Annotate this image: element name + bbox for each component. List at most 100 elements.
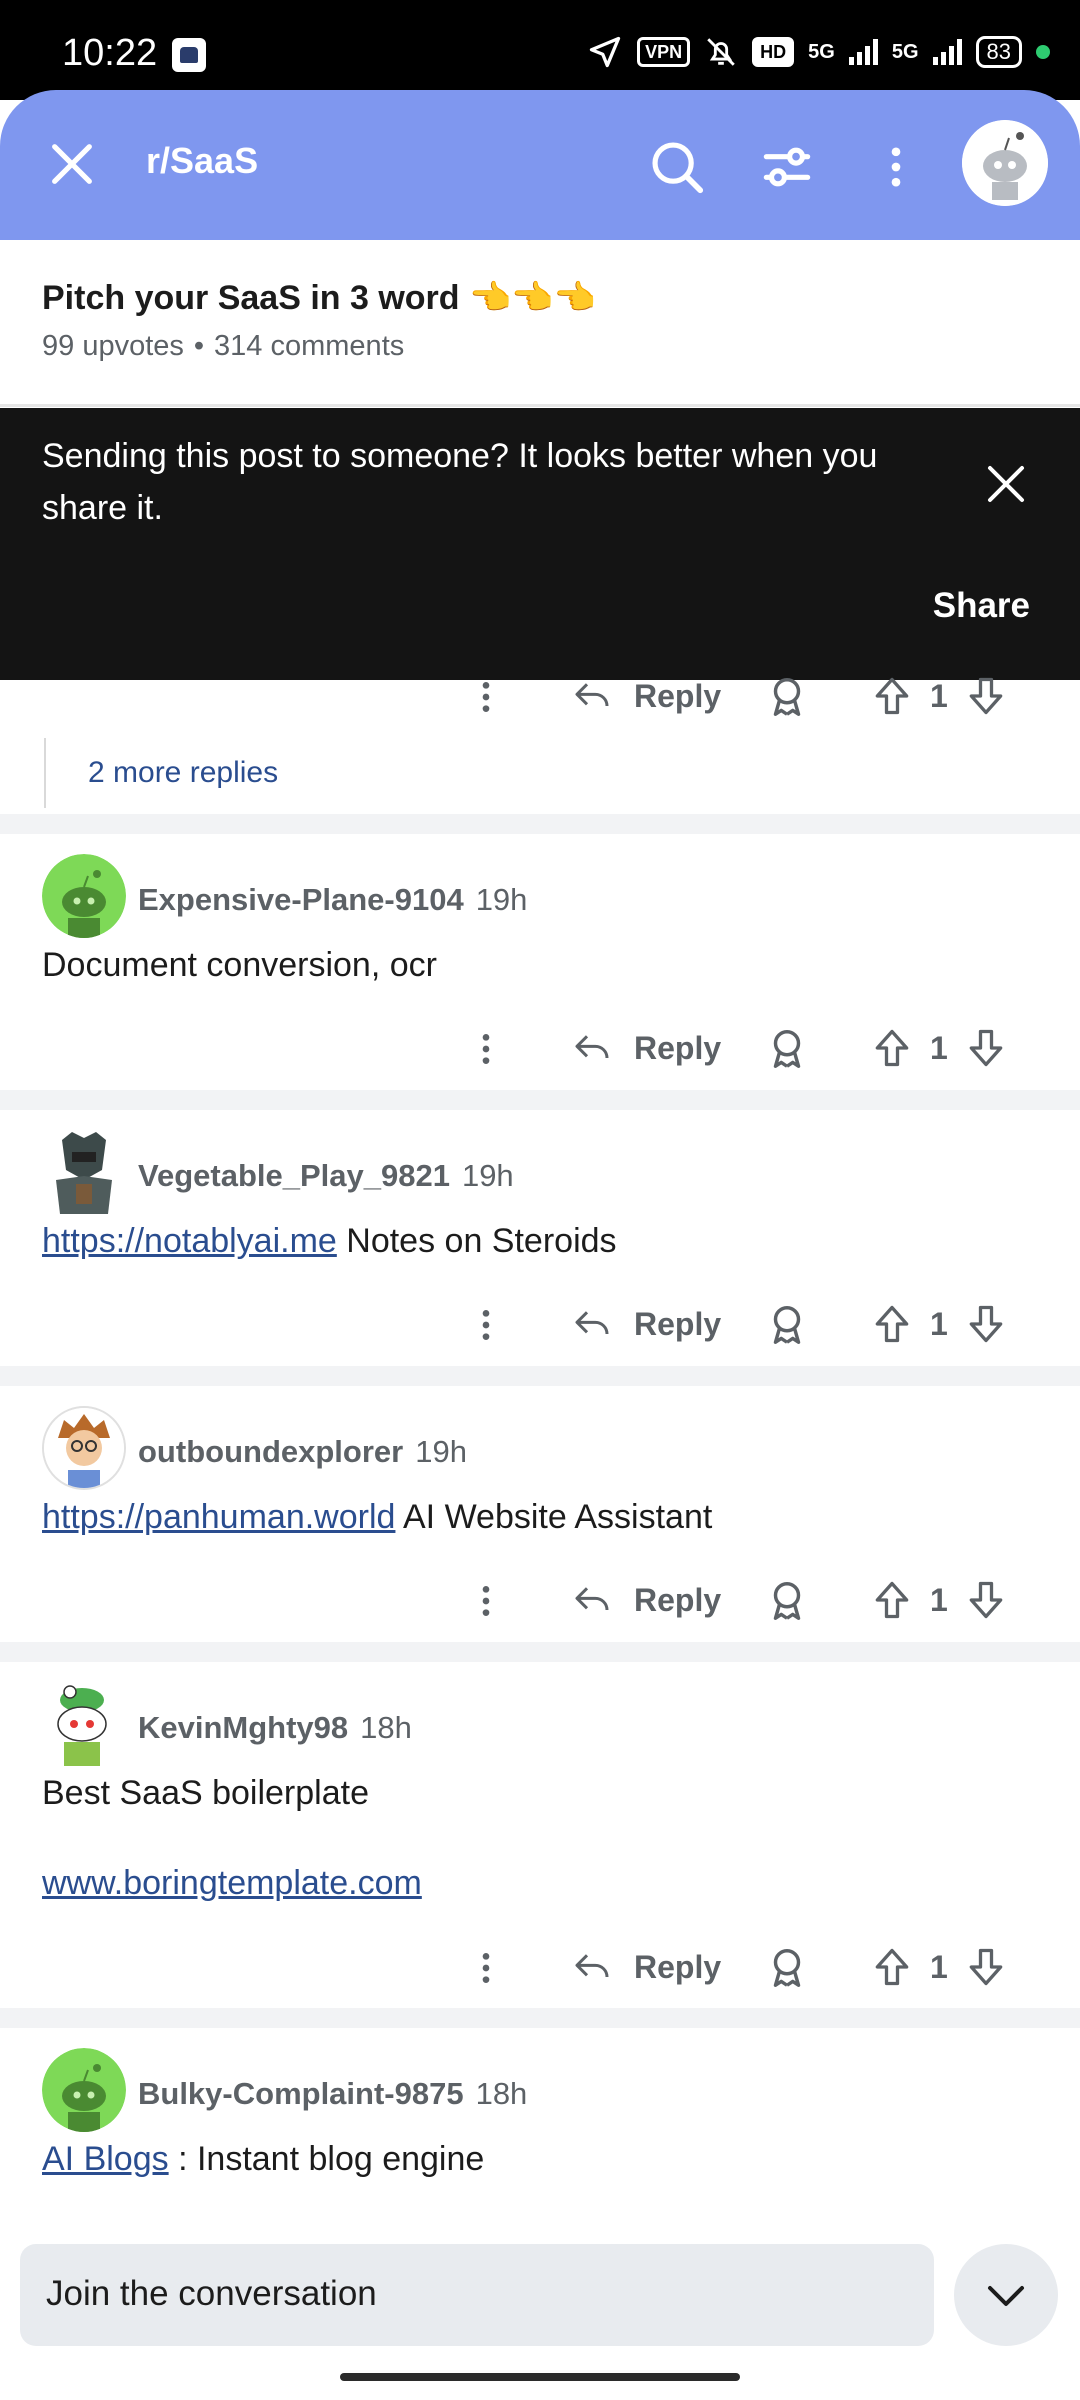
snoo-avatar-icon [42,2048,126,2132]
comment-actions: Reply 1 [0,668,1080,728]
downvote-icon[interactable] [964,672,1008,720]
comment-body-link-line: www.boringtemplate.com [42,1864,422,1903]
reply-icon[interactable] [570,1580,614,1620]
bell-off-icon [707,38,735,66]
reply-button[interactable]: Reply [634,1582,721,1619]
close-icon[interactable] [982,460,1030,508]
upvote-icon[interactable] [870,1576,914,1624]
overflow-menu-icon[interactable] [870,136,922,198]
upvote-icon[interactable] [870,1300,914,1348]
downvote-icon[interactable] [964,1300,1008,1348]
post-meta: 99 upvotes • 314 comments [42,330,404,363]
battery-icon: 83 [975,36,1022,68]
comment-actions: Reply 1 [0,1296,1080,1356]
comment-link[interactable]: AI Blogs [42,2140,169,2178]
network-type-1: 5G [808,40,835,63]
comment-actions: Reply 1 [0,1020,1080,1080]
share-button[interactable]: Share [933,586,1030,626]
reply-icon[interactable] [570,676,614,716]
more-options-icon[interactable] [466,1026,506,1072]
comment-time: 19h [415,1434,467,1469]
comment-count: 314 comments [214,330,405,362]
close-icon[interactable] [46,138,98,190]
divider [0,404,1080,407]
home-indicator[interactable] [340,2373,740,2381]
status-time: 10:22 [62,32,158,74]
reply-button[interactable]: Reply [634,1949,721,1986]
chevron-down-icon [988,2286,1024,2306]
upvote-icon[interactable] [870,672,914,720]
comment-body: Best SaaS boilerplate [42,1774,369,1812]
comment-separator [0,1642,1080,1662]
bottom-composer: Join the conversation [0,2222,1080,2400]
join-conversation-input[interactable]: Join the conversation [20,2244,934,2346]
comment-author[interactable]: Vegetable_Play_9821 19h [138,1158,514,1194]
thread-line [44,738,46,808]
share-suggestion-banner: Sending this post to someone? It looks b… [0,408,1080,680]
subreddit-header: r/SaaS [0,90,1080,240]
username[interactable]: KevinMghty98 [138,1710,348,1745]
comment-text: : Instant blog engine [168,2140,485,2178]
upvote-count: 99 upvotes [42,330,184,362]
sort-filter-icon[interactable] [756,136,818,198]
comment-actions: Reply 1 [0,1939,1080,1999]
avatar[interactable] [42,2048,126,2132]
downvote-icon[interactable] [964,1024,1008,1072]
avatar[interactable] [42,1406,126,1490]
cartoon-explorer-avatar-icon [44,1408,124,1488]
vote-count: 1 [930,1582,948,1618]
collapse-button[interactable] [954,2244,1058,2346]
more-options-icon[interactable] [466,1945,506,1991]
username[interactable]: Bulky-Complaint-9875 [138,2076,464,2111]
comment-author[interactable]: outboundexplorer 19h [138,1434,467,1470]
app-notification-icon [172,38,206,72]
downvote-icon[interactable] [964,1576,1008,1624]
award-icon[interactable] [764,1300,810,1350]
post-title[interactable]: Pitch your SaaS in 3 word 👈👈👈 [42,278,596,318]
privacy-dot-icon [1036,45,1050,59]
more-options-icon[interactable] [466,1302,506,1348]
award-icon[interactable] [764,672,810,722]
avatar[interactable] [42,854,126,938]
comment-body: https://panhuman.world AI Website Assist… [42,1498,712,1537]
subreddit-title[interactable]: r/SaaS [146,140,258,182]
status-icons: VPN HD 5G 5G 83 [587,34,1050,70]
comment-actions: Reply 1 [0,1572,1080,1632]
comment-separator [0,1090,1080,1110]
comment-author[interactable]: Expensive-Plane-9104 19h [138,882,527,918]
more-options-icon[interactable] [466,1578,506,1624]
avatar[interactable] [42,1130,126,1214]
vote-count: 1 [930,678,948,714]
reply-icon[interactable] [570,1304,614,1344]
reply-icon[interactable] [570,1028,614,1068]
signal-icon-2 [932,39,962,65]
comment-text: Notes on Steroids [336,1222,617,1260]
snoo-avatar-icon [42,854,126,938]
reply-button[interactable]: Reply [634,1030,721,1067]
comment-time: 18h [360,1710,412,1745]
award-icon[interactable] [764,1943,810,1993]
username[interactable]: outboundexplorer [138,1434,403,1469]
comment-link[interactable]: https://panhuman.world [42,1498,395,1536]
more-options-icon[interactable] [466,674,506,720]
comment-link[interactable]: https://notablyai.me [42,1222,337,1260]
user-avatar[interactable] [962,120,1048,206]
hd-icon: HD [752,37,795,67]
award-icon[interactable] [764,1024,810,1074]
vpn-icon: VPN [637,37,691,67]
username[interactable]: Vegetable_Play_9821 [138,1158,450,1193]
downvote-icon[interactable] [964,1943,1008,1991]
upvote-icon[interactable] [870,1024,914,1072]
award-icon[interactable] [764,1576,810,1626]
more-replies-link[interactable]: 2 more replies [88,756,278,790]
reply-button[interactable]: Reply [634,1306,721,1343]
comment-author[interactable]: Bulky-Complaint-9875 18h [138,2076,527,2112]
reply-button[interactable]: Reply [634,678,721,715]
comment-link[interactable]: www.boringtemplate.com [42,1864,422,1902]
search-icon[interactable] [646,136,708,198]
reply-icon[interactable] [570,1947,614,1987]
comment-author[interactable]: KevinMghty98 18h [138,1710,412,1746]
username[interactable]: Expensive-Plane-9104 [138,882,464,917]
upvote-icon[interactable] [870,1943,914,1991]
avatar[interactable] [42,1682,126,1766]
